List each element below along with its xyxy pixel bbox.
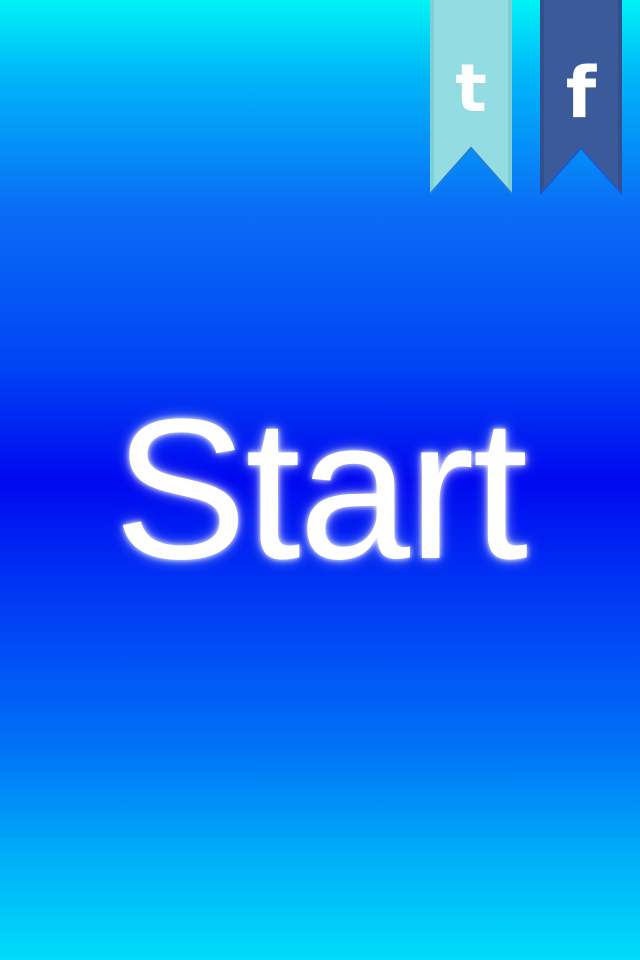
twitter-icon: t bbox=[455, 50, 487, 127]
twitter-share-ribbon[interactable]: t bbox=[430, 0, 512, 194]
start-button[interactable]: Start bbox=[0, 390, 640, 590]
start-label: Start bbox=[113, 378, 528, 601]
facebook-icon: f bbox=[565, 52, 597, 134]
start-screen: t f Start bbox=[0, 0, 640, 960]
facebook-share-ribbon[interactable]: f bbox=[540, 0, 622, 194]
